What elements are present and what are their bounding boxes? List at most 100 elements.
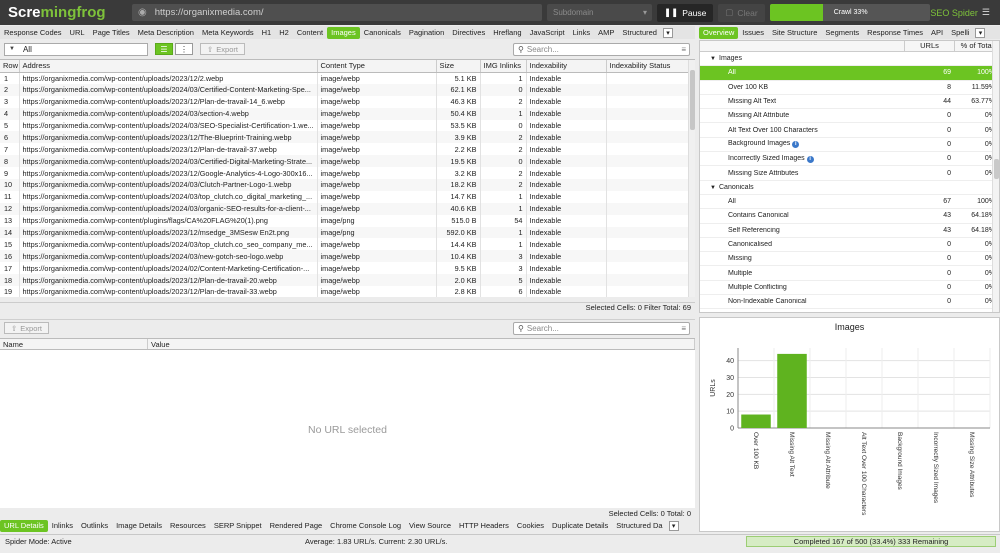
bottom-tab-inlinks[interactable]: Inlinks (48, 520, 77, 532)
overview-scroll-thumb[interactable] (994, 159, 999, 179)
collapse-arrow-icon[interactable]: ▼ (710, 185, 719, 191)
tab-structured[interactable]: Structured (618, 27, 661, 39)
tab-pagination[interactable]: Pagination (405, 27, 448, 39)
bottom-tab-outlinks[interactable]: Outlinks (77, 520, 112, 532)
column-header-indexability[interactable]: Indexability (526, 60, 607, 73)
tab-links[interactable]: Links (569, 27, 595, 39)
overview-row-canonicals-multiple[interactable]: Multiple 0 0% (700, 266, 999, 281)
table-row[interactable]: 17 https://organixmedia.com/wp-content/up… (0, 262, 689, 275)
table-scroll-thumb[interactable] (690, 70, 695, 130)
table-row[interactable]: 4 https://organixmedia.com/wp-content/upl… (0, 107, 689, 120)
tab-page-titles[interactable]: Page Titles (89, 27, 134, 39)
overview-row-canonicals-canonicalised[interactable]: Canonicalised 0 0% (700, 238, 999, 253)
overview-section-canonicals[interactable]: ▼ Canonicals (700, 181, 999, 195)
table-row[interactable]: 13 https://organixmedia.com/wp-content/pl… (0, 214, 689, 227)
overview-row-images-all[interactable]: All 69 100% (700, 66, 999, 81)
tree-view-button[interactable]: ⋮ (175, 43, 193, 55)
overview-row-images-missing-alt-text[interactable]: Missing Alt Text 44 63.77% (700, 95, 999, 110)
bottom-tab-duplicate-details[interactable]: Duplicate Details (548, 520, 612, 532)
list-view-button[interactable]: ☰ (155, 43, 173, 55)
right-tab-site-structure[interactable]: Site Structure (768, 27, 821, 39)
bottom-tab-http-headers[interactable]: HTTP Headers (455, 520, 513, 532)
overview-row-images-over-100-kb[interactable]: Over 100 KB 8 11.59% (700, 81, 999, 95)
table-row[interactable]: 19 https://organixmedia.com/wp-content/up… (0, 286, 689, 297)
overview-row-images-alt-text-over-100-characters[interactable]: Alt Text Over 100 Characters 0 0% (700, 123, 999, 138)
table-row[interactable]: 8 https://organixmedia.com/wp-content/upl… (0, 155, 689, 168)
search-options-icon[interactable]: ≡ (681, 324, 686, 333)
overview-row-canonicals-canonical-is-relative[interactable]: Canonical Is Relative 00% (700, 309, 999, 312)
details-col-name[interactable]: Name (0, 339, 148, 349)
table-row[interactable]: 2 https://organixmedia.com/wp-content/upl… (0, 83, 689, 96)
overview-row-images-missing-alt-attribute[interactable]: Missing Alt Attribute 0 0% (700, 109, 999, 124)
tab-more-dropdown-icon[interactable]: ▾ (662, 27, 673, 38)
table-scrollbar[interactable] (688, 60, 695, 297)
right-tab-segments[interactable]: Segments (821, 27, 863, 39)
overview-row-canonicals-missing[interactable]: Missing 0 0% (700, 252, 999, 267)
right-tab-spelli[interactable]: Spelli (947, 27, 973, 39)
table-row[interactable]: 15 https://organixmedia.com/wp-content/up… (0, 238, 689, 251)
bottom-tab-cookies[interactable]: Cookies (513, 520, 548, 532)
table-row[interactable]: 10 https://organixmedia.com/wp-content/up… (0, 179, 689, 191)
tab-content[interactable]: Content (293, 27, 327, 39)
table-row[interactable]: 5 https://organixmedia.com/wp-content/upl… (0, 119, 689, 132)
tab-h1[interactable]: H1 (258, 27, 276, 39)
tab-meta-description[interactable]: Meta Description (134, 27, 198, 39)
bottom-tab-rendered-page[interactable]: Rendered Page (266, 520, 327, 532)
right-tab-response-times[interactable]: Response Times (863, 27, 927, 39)
bottom-tab-resources[interactable]: Resources (166, 520, 210, 532)
details-search-input[interactable]: ⚲ Search... ≡ (513, 321, 690, 335)
bottom-tab-serp-snippet[interactable]: SERP Snippet (210, 520, 266, 532)
table-row[interactable]: 9 https://organixmedia.com/wp-content/upl… (0, 167, 689, 180)
filter-select[interactable]: ▼ All (4, 42, 148, 56)
column-header-img-inlinks[interactable]: IMG Inlinks (480, 60, 527, 73)
tab-directives[interactable]: Directives (448, 27, 489, 39)
bottom-tab-chrome-console-log[interactable]: Chrome Console Log (326, 520, 405, 532)
pause-button[interactable]: ❚❚ Pause (657, 3, 714, 22)
tab-hreflang[interactable]: Hreflang (489, 27, 525, 39)
table-row[interactable]: 11 https://organixmedia.com/wp-content/up… (0, 190, 689, 203)
table-row[interactable]: 12 https://organixmedia.com/wp-content/up… (0, 202, 689, 215)
details-col-value[interactable]: Value (148, 339, 695, 349)
tab-url[interactable]: URL (66, 27, 89, 39)
info-icon[interactable]: i (806, 155, 814, 163)
overview-section-images[interactable]: ▼ Images (700, 52, 999, 67)
search-input[interactable]: ⚲ Search... ≡ (513, 42, 690, 56)
overview-row-canonicals-all[interactable]: All 67 100% (700, 195, 999, 210)
right-tab-api[interactable]: API (927, 27, 947, 39)
overview-scrollbar[interactable] (992, 41, 999, 312)
search-options-icon[interactable]: ≡ (681, 45, 686, 54)
tab-canonicals[interactable]: Canonicals (360, 27, 405, 39)
column-header-content-type[interactable]: Content Type (317, 60, 437, 73)
url-input[interactable]: ◉ https://organixmedia.com/ (132, 4, 542, 21)
tab-h2[interactable]: H2 (275, 27, 293, 39)
column-header-address[interactable]: Address (19, 60, 318, 73)
tab-images[interactable]: Images (327, 26, 360, 39)
table-row[interactable]: 1 https://organixmedia.com/wp-content/upl… (0, 72, 689, 84)
column-header-row[interactable]: Row (0, 60, 20, 73)
bottom-tab-more-dropdown-icon[interactable]: ▾ (668, 520, 679, 531)
spider-menu-icon[interactable]: ☰ (982, 7, 990, 18)
table-row[interactable]: 14 https://organixmedia.com/wp-content/up… (0, 226, 689, 239)
overview-row-images-background-images[interactable]: Background Images i 0 0% (700, 138, 999, 153)
right-tab-issues[interactable]: Issues (738, 27, 768, 39)
overview-row-canonicals-multiple-conflicting[interactable]: Multiple Conflicting 0 0% (700, 281, 999, 296)
clear-button[interactable]: ▢ Clear (718, 3, 765, 22)
tab-meta-keywords[interactable]: Meta Keywords (198, 27, 258, 39)
column-header-indexability-status[interactable]: Indexability Status (606, 60, 689, 73)
export-button[interactable]: ⇧ Export (200, 43, 245, 55)
collapse-arrow-icon[interactable]: ▼ (710, 56, 719, 62)
overview-row-canonicals-self-referencing[interactable]: Self Referencing 43 64.18% (700, 224, 999, 238)
overview-row-images-incorrectly-sized-images[interactable]: Incorrectly Sized Images i 0 0% (700, 152, 999, 167)
overview-row-canonicals-non-indexable-canonical[interactable]: Non-Indexable Canonical 0 0% (700, 295, 999, 310)
right-tab-overview[interactable]: Overview (699, 26, 739, 39)
info-icon[interactable]: i (792, 141, 800, 149)
table-row[interactable]: 7 https://organixmedia.com/wp-content/upl… (0, 143, 689, 156)
tab-amp[interactable]: AMP (594, 27, 618, 39)
table-row[interactable]: 16 https://organixmedia.com/wp-content/up… (0, 250, 689, 263)
bottom-tab-image-details[interactable]: Image Details (112, 520, 166, 532)
right-tab-more-dropdown-icon[interactable]: ▾ (975, 27, 986, 38)
overview-row-images-missing-size-attributes[interactable]: Missing Size Attributes 0 0% (700, 166, 999, 181)
bottom-tab-structured-da[interactable]: Structured Da (612, 520, 666, 532)
overview-row-canonicals-contains-canonical[interactable]: Contains Canonical 43 64.18% (700, 209, 999, 224)
table-row[interactable]: 18 https://organixmedia.com/wp-content/up… (0, 274, 689, 287)
